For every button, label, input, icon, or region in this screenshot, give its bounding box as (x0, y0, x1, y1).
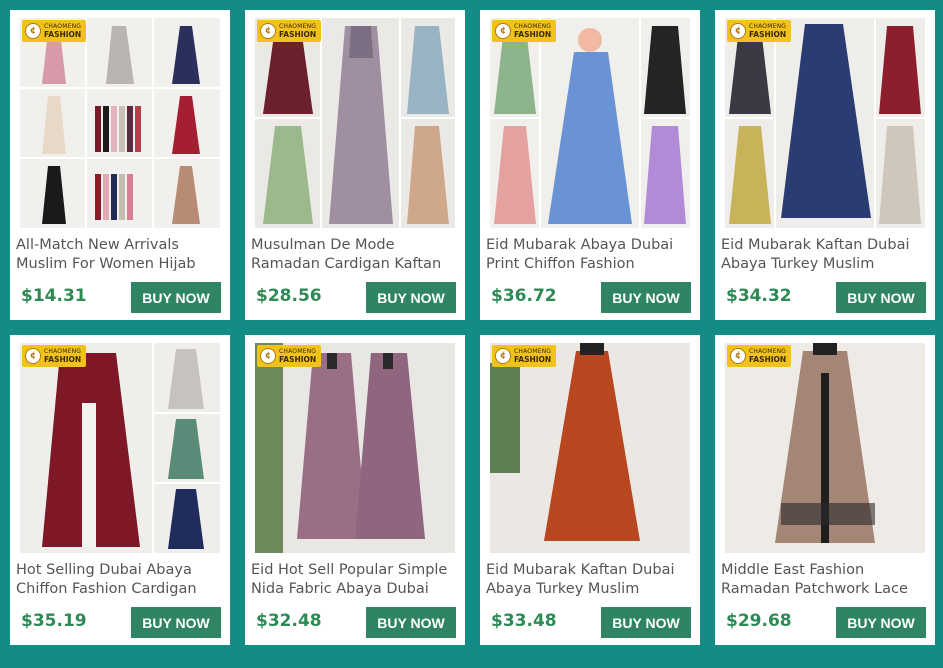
product-title-line1: Eid Mubarak Kaftan Dubai (486, 562, 675, 578)
product-card[interactable]: ¢ CHAOMENG FASHION Middle East Fashion Ram… (715, 335, 935, 645)
product-card[interactable]: ¢ CHAOMENG FASHION Hot Selling Dubai Abay… (10, 335, 230, 645)
brand-logo-icon: ¢ (25, 23, 41, 39)
product-card[interactable]: ¢ CHAOMENG FASHION Eid Mubarak Kaftan Dub… (715, 10, 935, 320)
brand-logo-icon: ¢ (495, 23, 511, 39)
brand-badge: ¢ CHAOMENG FASHION (22, 20, 86, 42)
brand-name-bottom: FASHION (279, 30, 317, 39)
buy-now-button[interactable]: BUY NOW (601, 282, 691, 313)
brand-badge: ¢ CHAOMENG FASHION (257, 20, 321, 42)
product-title-line2: Muslim For Women Hijab (16, 256, 196, 272)
product-title[interactable]: Musulman De Mode Ramadan Cardigan Kaftan (251, 236, 461, 274)
product-title[interactable]: Eid Mubarak Kaftan Dubai Abaya Turkey Mus… (721, 236, 931, 274)
product-title-line1: Musulman De Mode (251, 237, 395, 253)
brand-logo-icon: ¢ (730, 23, 746, 39)
product-title-line1: Hot Selling Dubai Abaya (16, 562, 192, 578)
product-title-line2: Abaya Turkey Muslim (721, 256, 875, 272)
product-image[interactable]: ¢ CHAOMENG FASHION (490, 18, 690, 228)
buy-now-button[interactable]: BUY NOW (131, 607, 221, 638)
product-image[interactable]: ¢ CHAOMENG FASHION (725, 343, 925, 553)
brand-name-bottom: FASHION (749, 355, 787, 364)
product-price: $14.31 (21, 286, 87, 306)
product-card[interactable]: ¢ CHAOMENG FASHION Eid Mubarak Kaftan Dub… (480, 335, 700, 645)
buy-now-button[interactable]: BUY NOW (836, 607, 926, 638)
brand-logo-icon: ¢ (25, 348, 41, 364)
product-image[interactable]: ¢ CHAOMENG FASHION (490, 343, 690, 553)
brand-logo-icon: ¢ (260, 348, 276, 364)
brand-name-bottom: FASHION (514, 30, 552, 39)
product-title-line1: Eid Mubarak Kaftan Dubai (721, 237, 910, 253)
brand-name-bottom: FASHION (279, 355, 317, 364)
product-title-line2: Ramadan Cardigan Kaftan (251, 256, 442, 272)
product-card[interactable]: ¢ CHAOMENG FASHION Eid Mubarak Abaya Duba… (480, 10, 700, 320)
product-image[interactable]: ¢ CHAOMENG FASHION (20, 343, 220, 553)
product-image[interactable]: ¢ CHAOMENG FASHION (255, 18, 455, 228)
product-title[interactable]: Eid Hot Sell Popular Simple Nida Fabric A… (251, 561, 461, 599)
product-image[interactable]: ¢ CHAOMENG FASHION (255, 343, 455, 553)
buy-now-button[interactable]: BUY NOW (366, 607, 456, 638)
product-title[interactable]: Eid Mubarak Abaya Dubai Print Chiffon Fas… (486, 236, 696, 274)
brand-name-bottom: FASHION (514, 355, 552, 364)
brand-logo-icon: ¢ (730, 348, 746, 364)
brand-name-bottom: FASHION (749, 30, 787, 39)
product-image[interactable]: ¢ CHAOMENG FASHION (725, 18, 925, 228)
product-grid: ¢ CHAOMENG FASHION All-Match New Arrivals… (0, 0, 943, 668)
product-price: $28.56 (256, 286, 322, 306)
brand-badge: ¢ CHAOMENG FASHION (492, 20, 556, 42)
product-title-line1: Eid Mubarak Abaya Dubai (486, 237, 674, 253)
buy-now-button[interactable]: BUY NOW (836, 282, 926, 313)
brand-name-bottom: FASHION (44, 355, 82, 364)
product-title-line2: Ramadan Patchwork Lace (721, 581, 908, 597)
brand-badge: ¢ CHAOMENG FASHION (727, 345, 791, 367)
brand-badge: ¢ CHAOMENG FASHION (257, 345, 321, 367)
product-title[interactable]: Hot Selling Dubai Abaya Chiffon Fashion C… (16, 561, 226, 599)
product-price: $32.48 (256, 611, 322, 631)
buy-now-button[interactable]: BUY NOW (131, 282, 221, 313)
product-title-line1: Eid Hot Sell Popular Simple (251, 562, 448, 578)
product-price: $29.68 (726, 611, 792, 631)
product-image[interactable]: ¢ CHAOMENG FASHION (20, 18, 220, 228)
product-price: $34.32 (726, 286, 792, 306)
product-card[interactable]: ¢ CHAOMENG FASHION All-Match New Arrivals… (10, 10, 230, 320)
product-title[interactable]: Middle East Fashion Ramadan Patchwork Lac… (721, 561, 931, 599)
brand-badge: ¢ CHAOMENG FASHION (492, 345, 556, 367)
brand-logo-icon: ¢ (260, 23, 276, 39)
product-price: $33.48 (491, 611, 557, 631)
product-title-line1: Middle East Fashion (721, 562, 865, 578)
brand-badge: ¢ CHAOMENG FASHION (727, 20, 791, 42)
product-title[interactable]: All-Match New Arrivals Muslim For Women H… (16, 236, 226, 274)
buy-now-button[interactable]: BUY NOW (366, 282, 456, 313)
product-title-line2: Print Chiffon Fashion (486, 256, 635, 272)
product-title-line1: All-Match New Arrivals (16, 237, 179, 253)
product-card[interactable]: ¢ CHAOMENG FASHION Musulman De Mode Ramada… (245, 10, 465, 320)
product-title[interactable]: Eid Mubarak Kaftan Dubai Abaya Turkey Mus… (486, 561, 696, 599)
product-price: $35.19 (21, 611, 87, 631)
product-title-line2: Nida Fabric Abaya Dubai (251, 581, 429, 597)
buy-now-button[interactable]: BUY NOW (601, 607, 691, 638)
brand-logo-icon: ¢ (495, 348, 511, 364)
brand-badge: ¢ CHAOMENG FASHION (22, 345, 86, 367)
product-title-line2: Chiffon Fashion Cardigan (16, 581, 197, 597)
product-card[interactable]: ¢ CHAOMENG FASHION Eid Hot Sell Popular S… (245, 335, 465, 645)
brand-name-bottom: FASHION (44, 30, 82, 39)
product-price: $36.72 (491, 286, 557, 306)
product-title-line2: Abaya Turkey Muslim (486, 581, 640, 597)
